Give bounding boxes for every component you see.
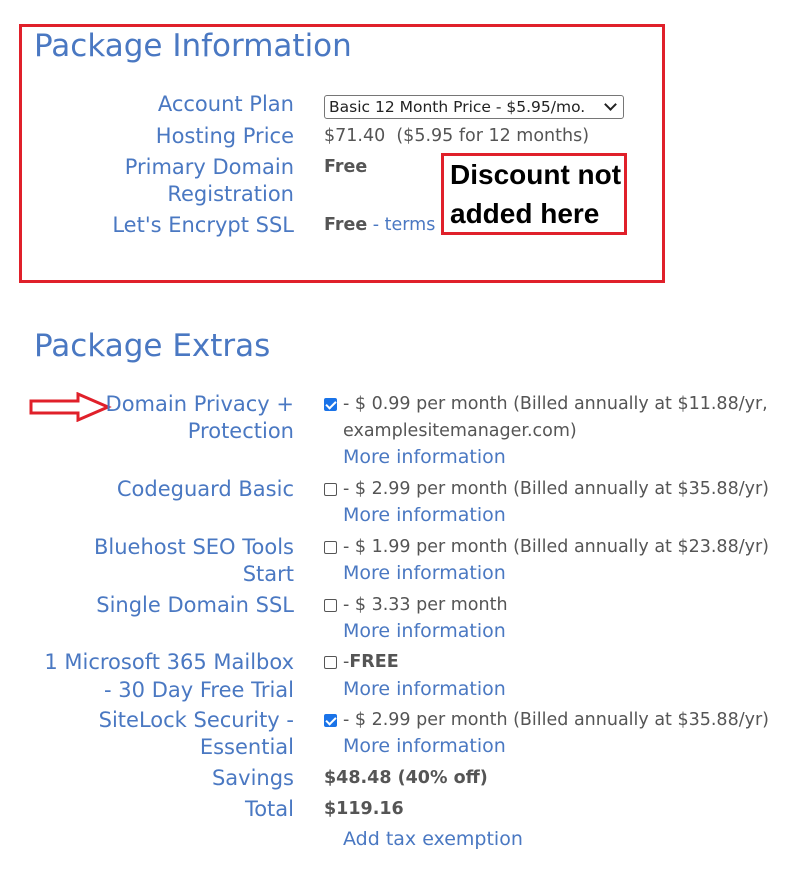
- codeguard-checkbox[interactable]: [324, 483, 337, 496]
- add-tax-exemption-link[interactable]: Add tax exemption: [343, 828, 523, 850]
- label-essential: Essential: [199, 735, 294, 759]
- microsoft-365-price: -FREE: [343, 649, 399, 676]
- chevron-down-icon: [604, 98, 617, 111]
- more-info-link-single-domain-ssl[interactable]: More information: [343, 620, 506, 642]
- label-single-domain-ssl: Single Domain SSL: [96, 593, 294, 617]
- annotation-line2: added here: [450, 198, 600, 229]
- label-codeguard: Codeguard Basic: [116, 477, 294, 501]
- section-title-package-extras: Package Extras: [34, 328, 271, 364]
- label-hosting-price: Hosting Price: [155, 124, 294, 148]
- ssl-value: Free - terms: [324, 212, 435, 239]
- ssl-sep: -: [367, 215, 385, 235]
- more-info-link-microsoft-365[interactable]: More information: [343, 678, 506, 700]
- label-account-plan: Account Plan: [157, 92, 294, 116]
- seo-tools-price: - $ 1.99 per month (Billed annually at $…: [343, 537, 769, 557]
- single-domain-ssl-price: - $ 3.33 per month: [343, 595, 508, 615]
- label-free-trial: - 30 Day Free Trial: [104, 678, 294, 702]
- microsoft-365-checkbox[interactable]: [324, 656, 337, 669]
- hosting-price-value: $71.40 ($5.95 for 12 months): [324, 126, 590, 146]
- savings-value: $48.48 (40% off): [324, 768, 488, 788]
- codeguard-price: - $ 2.99 per month (Billed annually at $…: [343, 479, 769, 499]
- seo-tools-checkbox[interactable]: [324, 541, 337, 554]
- section-title-package-information: Package Information: [34, 28, 352, 64]
- label-ssl: Let's Encrypt SSL: [112, 213, 294, 237]
- sitelock-checkbox[interactable]: [324, 714, 337, 727]
- sitelock-price: - $ 2.99 per month (Billed annually at $…: [343, 710, 769, 730]
- microsoft-365-free: FREE: [349, 652, 399, 672]
- label-total: Total: [244, 797, 294, 821]
- more-info-link-codeguard[interactable]: More information: [343, 504, 506, 526]
- more-info-link-seo-tools[interactable]: More information: [343, 562, 506, 584]
- total-value: $119.16: [324, 799, 404, 819]
- terms-link[interactable]: terms: [385, 215, 436, 235]
- account-plan-selected: Basic 12 Month Price - $5.95/mo.: [329, 98, 586, 116]
- primary-domain-value: Free: [324, 157, 368, 177]
- domain-privacy-price: - $ 0.99 per month (Billed annually at $…: [343, 394, 768, 414]
- label-protection: Protection: [187, 419, 294, 443]
- ssl-free: Free: [324, 215, 368, 235]
- domain-privacy-domain: examplesitemanager.com): [343, 421, 577, 441]
- label-savings: Savings: [211, 766, 294, 790]
- annotation-line1: Discount not: [450, 159, 622, 190]
- label-registration: Registration: [167, 182, 294, 206]
- label-sitelock: SiteLock Security -: [98, 708, 294, 732]
- label-primary-domain: Primary Domain: [124, 155, 294, 179]
- label-seo-tools: Bluehost SEO Tools: [93, 535, 294, 559]
- account-plan-select[interactable]: Basic 12 Month Price - $5.95/mo.: [324, 95, 624, 119]
- domain-privacy-checkbox[interactable]: [324, 398, 337, 411]
- more-info-link-sitelock[interactable]: More information: [343, 735, 506, 757]
- label-seo-start: Start: [242, 562, 294, 586]
- label-microsoft-365: 1 Microsoft 365 Mailbox: [44, 650, 294, 674]
- single-domain-ssl-checkbox[interactable]: [324, 599, 337, 612]
- more-info-link-domain-privacy[interactable]: More information: [343, 446, 506, 468]
- label-domain-privacy: Domain Privacy +: [105, 392, 294, 416]
